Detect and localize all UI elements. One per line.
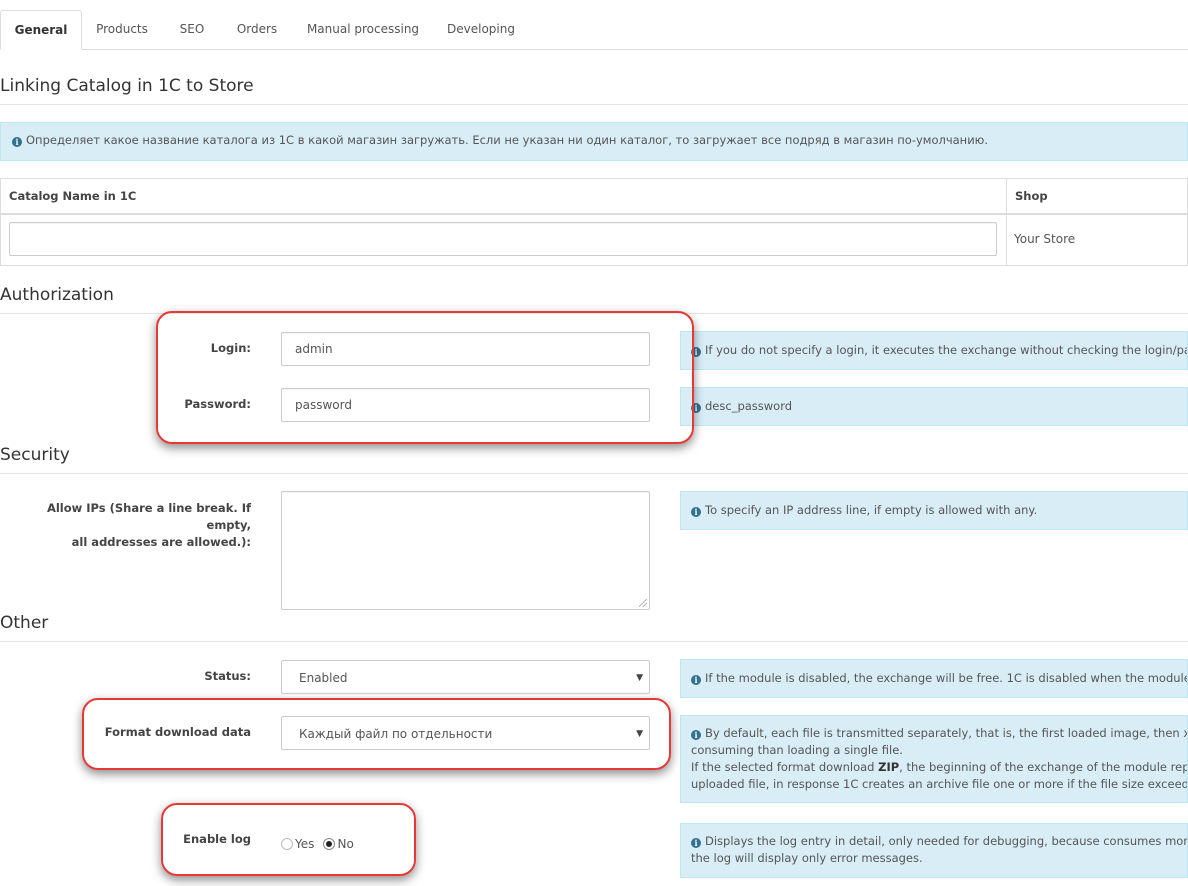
status-help-alert: i If the module is disabled, the exchange…: [680, 659, 1188, 698]
allow-ips-label-line2: all addresses are allowed.):: [71, 535, 251, 549]
section-title-security: Security: [0, 445, 1188, 474]
status-help-text: If the module is disabled, the exchange …: [705, 671, 1188, 685]
format-help-line1: By default, each file is transmitted sep…: [705, 726, 1188, 740]
header-divider: [1, 213, 1188, 215]
format-help-line4: uploaded file, in response 1C creates an…: [691, 777, 1188, 791]
info-icon: i: [691, 507, 701, 517]
resize-handle-icon[interactable]: [639, 599, 647, 607]
format-download-help-alert: i By default, each file is transmitted se…: [680, 715, 1188, 803]
format-help-line3c: , the beginning of the exchange of the m…: [899, 760, 1188, 774]
format-help-line2: consuming than loading a single file.: [691, 743, 903, 757]
settings-tabs: General Products SEO Orders Manual proce…: [0, 10, 1188, 50]
tab-developing[interactable]: Developing: [443, 10, 519, 48]
info-icon: i: [691, 838, 701, 848]
allow-ips-label-line1: Allow IPs (Share a line break. If empty,: [46, 501, 251, 532]
highlight-box-format: [82, 698, 671, 770]
column-divider: [1006, 179, 1007, 265]
catalog-name-input[interactable]: [9, 222, 997, 256]
tab-general[interactable]: General: [0, 10, 82, 50]
info-icon: i: [691, 730, 701, 740]
format-help-zip: ZIP: [878, 760, 900, 774]
password-help-text: desc_password: [705, 399, 793, 413]
status-select[interactable]: Enabled ▼: [281, 660, 650, 694]
info-icon: i: [12, 137, 22, 147]
section-title-other: Other: [0, 613, 1188, 642]
highlight-box-credentials: [156, 311, 694, 444]
enable-log-help-alert: i Displays the log entry in detail, only …: [680, 823, 1188, 878]
catalog-mapping-table: Catalog Name in 1C Shop Your Store: [0, 178, 1188, 266]
column-header-shop: Shop: [1015, 189, 1048, 203]
section-title-linking: Linking Catalog in 1C to Store: [0, 76, 1188, 105]
format-help-line3a: If the selected format download: [691, 760, 879, 774]
info-icon: i: [691, 675, 701, 685]
highlight-box-log: [161, 803, 416, 876]
login-help-alert: i If you do not specify a login, it execu…: [680, 331, 1188, 370]
dropdown-caret-icon: ▼: [636, 673, 643, 683]
status-label: Status:: [204, 669, 251, 683]
status-select-value: Enabled: [299, 671, 348, 685]
linking-info-text: Определяет какое название каталога из 1С…: [26, 133, 989, 147]
log-help-line1: Displays the log entry in detail, only n…: [705, 834, 1188, 848]
allow-ips-help-alert: i To specify an IP address line, if empty…: [680, 491, 1188, 530]
tab-seo[interactable]: SEO: [172, 10, 212, 48]
allow-ips-help-text: To specify an IP address line, if empty …: [705, 503, 1038, 517]
password-help-alert: i desc_password: [680, 387, 1188, 426]
section-title-authorization: Authorization: [0, 285, 1188, 314]
shop-name: Your Store: [1014, 232, 1076, 246]
tab-products[interactable]: Products: [88, 10, 156, 48]
column-header-catalog-name: Catalog Name in 1C: [9, 189, 137, 203]
log-help-line2: the log will display only error messages…: [691, 851, 923, 865]
allow-ips-textarea[interactable]: [281, 491, 650, 610]
linking-info-alert: i Определяет какое название каталога из 1…: [0, 122, 1188, 161]
tab-orders[interactable]: Orders: [230, 10, 284, 48]
login-help-text: If you do not specify a login, it execut…: [705, 343, 1188, 357]
allow-ips-label: Allow IPs (Share a line break. If empty,…: [0, 500, 251, 551]
tab-manual-processing[interactable]: Manual processing: [304, 10, 422, 48]
